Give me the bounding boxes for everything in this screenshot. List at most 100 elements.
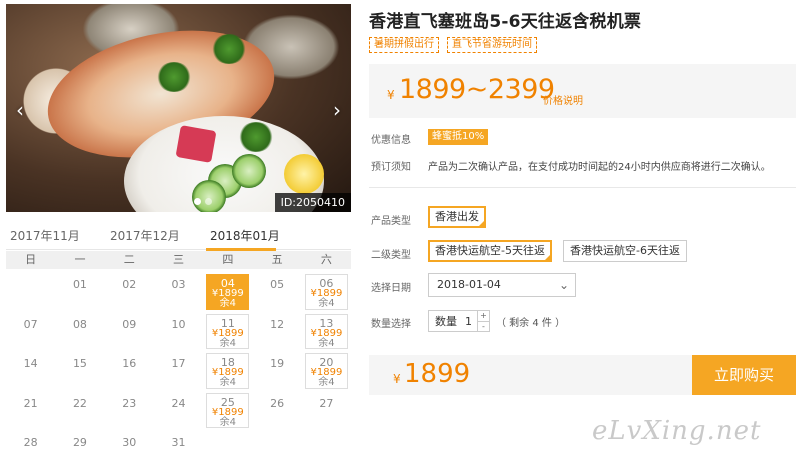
weekday-label: 四 bbox=[222, 253, 234, 266]
calendar-day-number: 22 bbox=[72, 396, 87, 410]
carousel-dot[interactable] bbox=[194, 198, 201, 205]
policy-label: 预订须知 bbox=[371, 162, 411, 173]
quantity-label: 数量选择 bbox=[371, 319, 411, 330]
calendar-day: 14 bbox=[6, 351, 55, 391]
product-tag: 暑期拼假出行 bbox=[369, 37, 439, 53]
calendar-day-number: 02 bbox=[122, 278, 137, 291]
calendar-empty-cell bbox=[6, 272, 55, 312]
calendar-day-number: 03 bbox=[171, 278, 186, 291]
calendar-day-number: 07 bbox=[23, 317, 38, 331]
calendar-day: 05 bbox=[252, 272, 301, 312]
date-select[interactable]: 2018-01-04 ⌄ bbox=[428, 273, 576, 297]
calendar-day-number: 25 bbox=[220, 395, 235, 409]
calendar-day: 12 bbox=[252, 312, 301, 352]
option-product-type[interactable]: 香港出发 bbox=[428, 206, 486, 228]
calendar-day-number: 11 bbox=[220, 316, 235, 330]
option-sub-type[interactable]: 香港快运航空-6天往返 bbox=[563, 240, 687, 262]
calendar-day-number: 27 bbox=[319, 396, 334, 410]
calendar-day-number: 18 bbox=[220, 356, 235, 369]
weekday-header: 日 一 二 三 四 五 六 bbox=[6, 251, 351, 269]
calendar-day-price: ¥1899 bbox=[310, 327, 343, 339]
divider bbox=[369, 187, 796, 188]
calendar-day-number: 21 bbox=[23, 396, 38, 410]
calendar-day: 07 bbox=[6, 312, 55, 352]
calendar-day-number: 17 bbox=[171, 357, 186, 370]
calendar-day-available[interactable]: 20 ¥1899 余4 bbox=[304, 353, 349, 389]
date-value: 2018-01-04 bbox=[437, 278, 501, 291]
calendar-day-available[interactable]: 25 ¥1899 余4 bbox=[206, 392, 250, 428]
calendar-day-number: 10 bbox=[171, 317, 186, 331]
photo-lemon bbox=[284, 154, 324, 194]
option-sub-type-selected[interactable]: 香港快运航空-5天往返 bbox=[428, 240, 552, 262]
weekday-label: 一 bbox=[74, 253, 86, 266]
calendar-day: 28 bbox=[6, 430, 55, 463]
chevron-right-icon[interactable]: › bbox=[327, 98, 347, 122]
calendar-day-number: 14 bbox=[23, 357, 38, 370]
chevron-left-icon[interactable]: ‹ bbox=[10, 98, 30, 122]
minus-icon[interactable]: - bbox=[478, 322, 489, 332]
discount-label: 优惠信息 bbox=[371, 135, 411, 146]
buy-now-button[interactable]: 立即购买 bbox=[692, 355, 796, 395]
calendar-day-number: 09 bbox=[122, 317, 137, 331]
date-label: 选择日期 bbox=[371, 283, 411, 294]
calendar-day-number: 06 bbox=[319, 277, 334, 290]
weekday-label: 二 bbox=[123, 253, 135, 266]
month-tab-active[interactable]: 2018年01月 bbox=[206, 226, 306, 251]
product-type-label: 产品类型 bbox=[371, 216, 411, 227]
calendar-day: 29 bbox=[55, 430, 104, 463]
calendar-day-number: 13 bbox=[319, 316, 334, 330]
calendar-day-available[interactable]: 06 ¥1899 余4 bbox=[304, 274, 349, 310]
calendar-day: 09 bbox=[105, 312, 154, 352]
price-currency: ¥ bbox=[387, 88, 395, 102]
weekday-label: 三 bbox=[173, 253, 185, 266]
total-currency: ¥ bbox=[393, 372, 401, 386]
calendar-day-number: 04 bbox=[220, 277, 235, 290]
sub-type-label: 二级类型 bbox=[371, 250, 411, 261]
calendar-day-number: 28 bbox=[23, 436, 38, 449]
policy-text: 产品为二次确认产品，在支付成功时间起的24小时内供应商将进行二次确认。 bbox=[428, 162, 771, 173]
calendar-day-available[interactable]: 11 ¥1899 余4 bbox=[206, 313, 250, 349]
calendar-day-stock: 余4 bbox=[318, 337, 335, 349]
total-price: 1899 bbox=[404, 359, 471, 389]
calendar-day: 23 bbox=[105, 391, 154, 431]
calendar-day: 16 bbox=[105, 351, 154, 391]
discount-badge: 蜂蜜抵10% bbox=[428, 129, 489, 145]
calendar-day-number: 20 bbox=[319, 356, 334, 369]
calendar-day-available[interactable]: 04 ¥1899 余4 bbox=[206, 274, 250, 310]
calendar-day: 03 bbox=[154, 272, 203, 312]
photo-herb bbox=[238, 122, 274, 152]
photo-cucumber bbox=[232, 154, 266, 188]
calendar-day: 17 bbox=[154, 351, 203, 391]
calendar-day-available[interactable]: 13 ¥1899 余4 bbox=[304, 313, 349, 349]
calendar-day-number: 01 bbox=[72, 278, 87, 291]
quantity-input[interactable]: 1 bbox=[457, 315, 479, 328]
calendar-day-stock: 余4 bbox=[219, 377, 237, 388]
calendar-day: 10 bbox=[154, 312, 203, 352]
carousel-dot[interactable] bbox=[205, 198, 212, 205]
calendar-day: 30 bbox=[105, 430, 154, 463]
calendar-day-number: 19 bbox=[270, 357, 285, 370]
calendar-day-price: ¥1899 bbox=[211, 327, 244, 339]
calendar-day-price: ¥1899 bbox=[211, 406, 244, 418]
photo-cucumber bbox=[192, 180, 226, 212]
calendar-day-available[interactable]: 18 ¥1899 余4 bbox=[206, 353, 250, 389]
calendar-day-number: 26 bbox=[270, 396, 285, 410]
weekday-label: 六 bbox=[320, 253, 332, 266]
plus-icon[interactable]: + bbox=[478, 311, 489, 322]
photo-herb bbox=[156, 62, 192, 92]
calendar-day-number: 05 bbox=[270, 278, 285, 291]
calendar-day-stock: 余4 bbox=[318, 377, 335, 388]
calendar-day: 31 bbox=[154, 430, 203, 463]
calendar-day: 01 bbox=[55, 272, 104, 312]
calendar-day-number: 12 bbox=[270, 317, 285, 331]
month-tab[interactable]: 2017年12月 bbox=[106, 226, 206, 249]
calendar-day: 27 bbox=[302, 391, 351, 431]
price-range: 1899~2399 bbox=[399, 74, 555, 105]
price-note-link[interactable]: 价格说明 bbox=[543, 92, 583, 107]
month-tabs: 2017年11月 2017年12月 2018年01月 bbox=[6, 226, 351, 251]
photo-herb bbox=[211, 34, 247, 64]
carousel-dots bbox=[194, 198, 212, 205]
chevron-down-icon: ⌄ bbox=[558, 278, 569, 292]
quantity-stepper[interactable]: 数量 1 + - bbox=[428, 310, 490, 332]
month-tab[interactable]: 2017年11月 bbox=[6, 226, 106, 249]
